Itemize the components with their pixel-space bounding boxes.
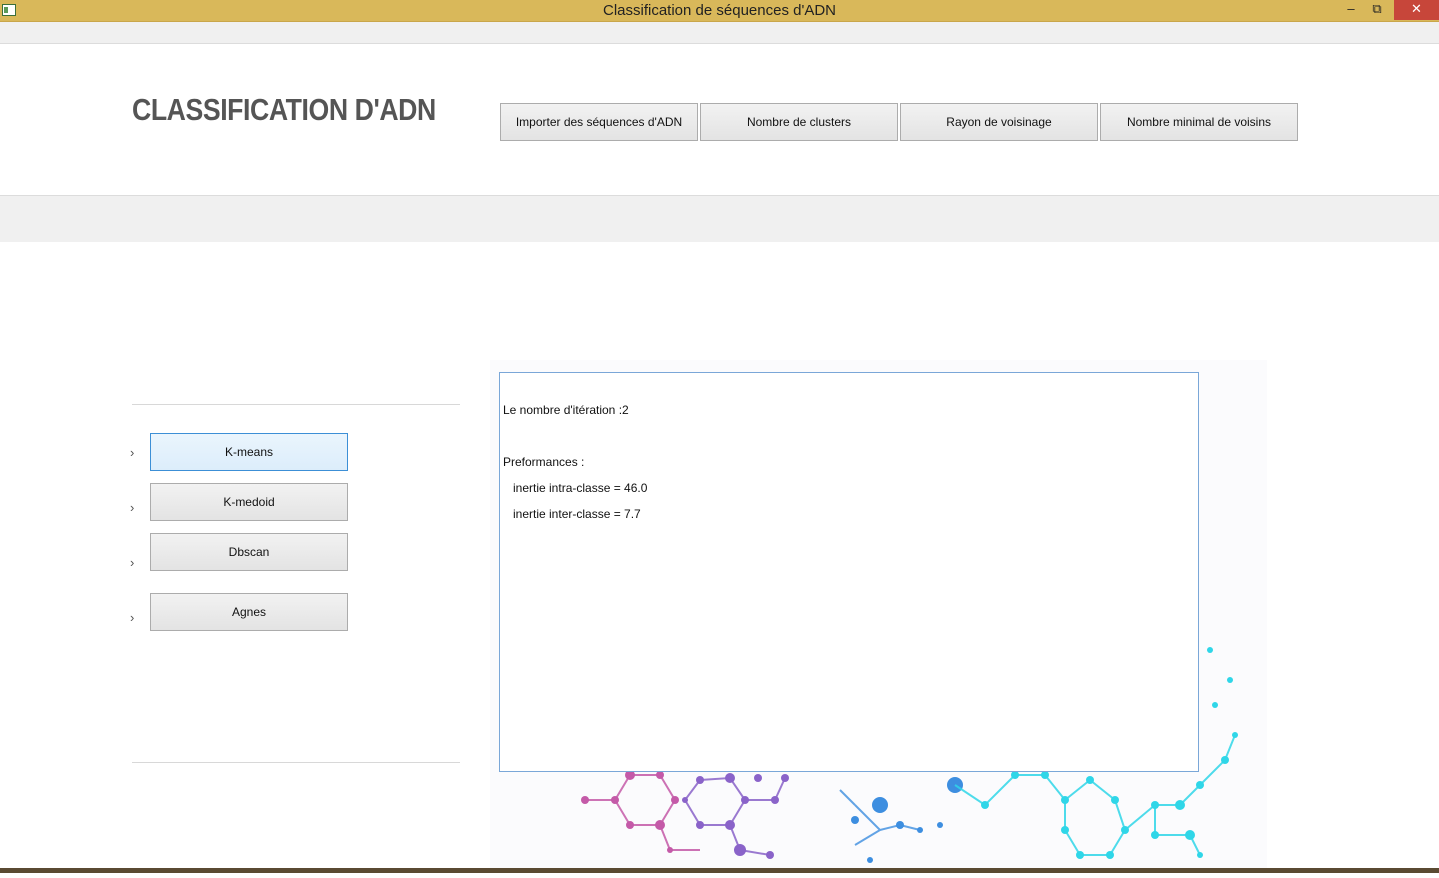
sidebar-divider-bottom [132,762,460,763]
kmeans-button[interactable]: K-means [150,433,348,471]
intra-class-inertia-text: inertie intra-classe = 46.0 [503,481,648,495]
inter-class-inertia-text: inertie inter-classe = 7.7 [503,507,641,521]
iterations-text: Le nombre d'itération :2 [503,403,629,417]
menu-strip [0,22,1439,44]
minimize-button[interactable]: – [1340,0,1362,20]
chevron-right-icon: › [130,500,135,515]
cluster-count-button[interactable]: Nombre de clusters [700,103,898,141]
window-title: Classification de séquences d'ADN [603,2,836,19]
title-bar: Classification de séquences d'ADN – ⧉ ✕ [0,0,1439,22]
kmedoid-button[interactable]: K-medoid [150,483,348,521]
agnes-button[interactable]: Agnes [150,593,348,631]
header-panel: CLASSIFICATION D'ADN Importer des séquen… [0,44,1439,196]
chevron-right-icon: › [130,555,135,570]
close-button[interactable]: ✕ [1394,0,1439,20]
taskbar [0,868,1439,873]
sidebar-divider-top [132,404,460,405]
dbscan-button[interactable]: Dbscan [150,533,348,571]
performance-heading: Preformances : [503,455,585,469]
neighborhood-radius-button[interactable]: Rayon de voisinage [900,103,1098,141]
page-title: CLASSIFICATION D'ADN [132,92,436,127]
results-text-area[interactable]: Le nombre d'itération :2 Preformances : … [499,372,1199,772]
min-neighbors-button[interactable]: Nombre minimal de voisins [1100,103,1298,141]
maximize-button[interactable]: ⧉ [1366,0,1388,20]
import-sequences-button[interactable]: Importer des séquences d'ADN [500,103,698,141]
toolbar-strip [0,196,1439,242]
chevron-right-icon: › [130,610,135,625]
chevron-right-icon: › [130,445,135,460]
